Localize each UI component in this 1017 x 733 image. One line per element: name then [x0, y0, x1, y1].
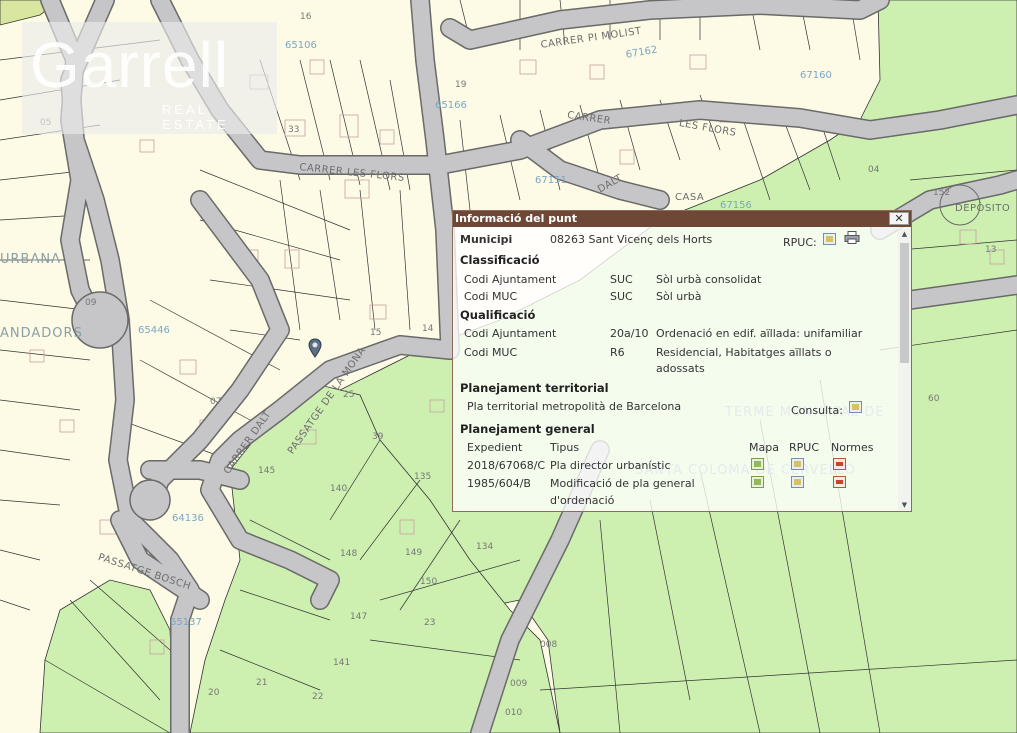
- qualificacio-label: Codi MUC: [464, 346, 518, 359]
- qualificacio-desc: Ordenació en edif. aïllada: unifamiliar: [656, 327, 863, 340]
- qualificacio-heading: Qualificació: [460, 308, 536, 322]
- logo-subtitle: REAL ESTATE: [162, 102, 229, 132]
- expedient-header: Expedient: [467, 441, 523, 454]
- classificacio-label: Codi Ajuntament: [464, 273, 557, 286]
- qualificacio-label: Codi Ajuntament: [464, 327, 557, 340]
- classificacio-heading: Classificació: [460, 253, 540, 267]
- rpuc-document-icon[interactable]: [823, 233, 836, 245]
- classificacio-desc: Sòl urbà consolidat: [656, 273, 762, 286]
- consulta-label: Consulta:: [791, 404, 843, 417]
- point-info-popup[interactable]: Informació del punt ✕ Municipi 08263 San…: [452, 210, 912, 512]
- rpuc-icon[interactable]: [791, 458, 804, 470]
- company-logo: Garrell REAL ESTATE: [22, 22, 277, 134]
- mapa-header: Mapa: [749, 441, 779, 454]
- tipus-cell: Pla director urbanístic: [550, 459, 671, 472]
- general-heading: Planejament general: [460, 422, 595, 436]
- mapa-icon[interactable]: [751, 458, 764, 470]
- classificacio-code: SUC: [610, 290, 633, 303]
- location-pin-icon[interactable]: [308, 338, 322, 358]
- tipus-cell-cont: d'ordenació: [550, 494, 615, 507]
- logo-name: Garrell: [30, 29, 230, 101]
- classificacio-desc: Sòl urbà: [656, 290, 702, 303]
- consulta-document-icon[interactable]: [849, 401, 862, 413]
- classificacio-label: Codi MUC: [464, 290, 518, 303]
- rpuc-label: RPUC:: [783, 236, 817, 249]
- print-icon[interactable]: [844, 231, 860, 244]
- popup-scrollbar[interactable]: ▲ ▼: [898, 228, 911, 511]
- expedient-cell: 1985/604/B: [467, 477, 531, 490]
- territorial-heading: Planejament territorial: [460, 381, 609, 395]
- tipus-cell: Modificació de pla general: [550, 477, 695, 490]
- municipi-label: Municipi: [460, 233, 513, 246]
- close-button[interactable]: ✕: [889, 212, 909, 225]
- municipi-value: 08263 Sant Vicenç dels Horts: [550, 233, 713, 246]
- scroll-down-icon[interactable]: ▼: [898, 499, 911, 511]
- territorial-value: Pla territorial metropolità de Barcelona: [467, 400, 682, 413]
- rpuc-icon[interactable]: [791, 476, 804, 488]
- normes-icon[interactable]: [833, 476, 846, 488]
- popup-title: Informació del punt: [455, 212, 577, 225]
- classificacio-code: SUC: [610, 273, 633, 286]
- popup-content: Municipi 08263 Sant Vicenç dels Horts RP…: [453, 228, 897, 511]
- tipus-header: Tipus: [550, 441, 580, 454]
- qualificacio-desc: Residencial, Habitatges aïllats o: [656, 346, 832, 359]
- scroll-up-icon[interactable]: ▲: [898, 228, 911, 240]
- scroll-thumb[interactable]: [900, 243, 909, 363]
- popup-titlebar[interactable]: Informació del punt ✕: [453, 211, 911, 227]
- expedient-cell: 2018/67068/C: [467, 459, 546, 472]
- qualificacio-code: 20a/10: [610, 327, 649, 340]
- normes-header: Normes: [831, 441, 874, 454]
- mapa-icon[interactable]: [751, 476, 764, 488]
- qualificacio-code: R6: [610, 346, 625, 359]
- normes-icon[interactable]: [833, 458, 846, 470]
- rpuc-header: RPUC: [789, 441, 820, 454]
- qualificacio-desc-cont: adossats: [656, 362, 705, 375]
